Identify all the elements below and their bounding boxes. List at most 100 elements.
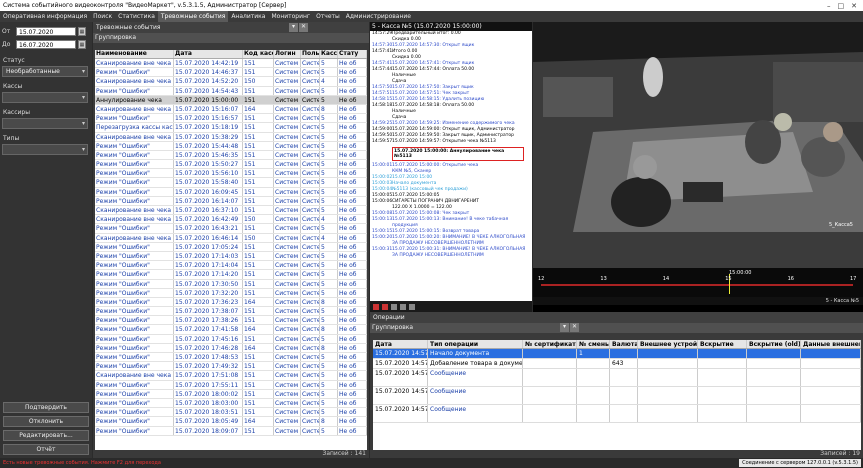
status-select[interactable]: Необработанные ▾ bbox=[2, 66, 88, 77]
column-header[interactable]: Данные внешнего bbox=[801, 340, 861, 348]
types-select[interactable]: ▾ bbox=[2, 144, 88, 155]
table-row[interactable]: Режим "Ошибки" 15.07.2020 17:41:58 164 Сист… bbox=[95, 325, 367, 335]
menu-item[interactable]: Статистика bbox=[115, 11, 158, 22]
confirm-button[interactable]: Подтвердить bbox=[3, 402, 89, 413]
timeline-track[interactable] bbox=[541, 284, 853, 286]
table-row[interactable]: Режим "Ошибки" 15.07.2020 16:43:21 151 Сист… bbox=[95, 224, 367, 234]
menu-item[interactable]: Администрирование bbox=[343, 11, 414, 22]
from-date-input[interactable]: 15.07.2020 bbox=[16, 27, 76, 36]
table-row[interactable]: Режим "Ошибки" 15.07.2020 18:05:49 164 Сист… bbox=[95, 417, 367, 427]
table-row[interactable]: Сканирование вне чека 15.07.2020 14:42:19… bbox=[95, 59, 367, 69]
table-row[interactable]: Сканирование вне чека 15.07.2020 14:52:20… bbox=[95, 77, 367, 87]
back-icon[interactable] bbox=[391, 303, 397, 310]
table-row[interactable]: Режим "Ошибки" 15.07.2020 15:58:40 151 Сист… bbox=[95, 178, 367, 188]
table-row[interactable]: Режим "Ошибки" 15.07.2020 17:05:24 151 Сист… bbox=[95, 242, 367, 252]
table-row[interactable]: Режим "Ошибки" 15.07.2020 14:46:37 151 Сист… bbox=[95, 68, 367, 78]
document-icon[interactable] bbox=[409, 303, 415, 310]
table-row[interactable]: Режим "Ошибки" 15.07.2020 17:55:11 151 Сист… bbox=[95, 380, 367, 390]
table-row[interactable]: Режим "Ошибки" 15.07.2020 18:00:02 151 Сист… bbox=[95, 389, 367, 399]
calendar-icon[interactable]: ▦ bbox=[78, 27, 86, 36]
table-row[interactable]: 15.07.2020 14:57:22Начало документа 1 bbox=[373, 349, 861, 359]
video-tab[interactable]: 5 - Касса №5 bbox=[826, 298, 859, 304]
to-date-input[interactable]: 16.07.2020 bbox=[16, 40, 76, 49]
forward-icon[interactable] bbox=[400, 303, 406, 310]
column-header[interactable]: Вскрытие (old) bbox=[747, 340, 801, 348]
cashiers-select[interactable]: ▾ bbox=[2, 118, 88, 129]
table-row[interactable]: Режим "Ошибки" 15.07.2020 15:16:57 151 Сист… bbox=[95, 114, 367, 124]
table-row[interactable]: Режим "Ошибки" 15.07.2020 17:45:16 151 Сист… bbox=[95, 334, 367, 344]
table-row[interactable]: Режим "Ошибки" 15.07.2020 17:14:20 151 Сист… bbox=[95, 270, 367, 280]
table-row[interactable]: Режим "Ошибки" 15.07.2020 18:03:00 151 Сист… bbox=[95, 398, 367, 409]
table-row[interactable]: Сканирование вне чека 15.07.2020 16:37:10… bbox=[95, 206, 367, 216]
table-row[interactable]: Перезагрузка кассы кассир15.07.2020 15:1… bbox=[95, 123, 367, 133]
close-icon[interactable]: ✕ bbox=[851, 2, 857, 10]
table-row[interactable]: Режим "Ошибки" 15.07.2020 15:46:35 151 Сист… bbox=[95, 150, 367, 161]
reject-button[interactable]: Отклонить bbox=[3, 416, 89, 427]
table-row[interactable]: Сканирование вне чека 15.07.2020 17:51:08… bbox=[95, 371, 367, 381]
maximize-icon[interactable]: □ bbox=[838, 2, 845, 10]
table-row[interactable]: Режим "Ошибки" 15.07.2020 18:03:51 151 Сист… bbox=[95, 408, 367, 418]
column-header[interactable]: Вскрытие bbox=[698, 340, 747, 348]
table-row[interactable]: Режим "Ошибки" 15.07.2020 17:36:23 164 Сист… bbox=[95, 297, 367, 308]
table-row[interactable]: Режим "Ошибки" 15.07.2020 15:50:27 151 Сист… bbox=[95, 160, 367, 170]
column-header[interactable]: Стату bbox=[338, 50, 367, 58]
table-row[interactable]: Сканирование вне чека 15.07.2020 15:16:07… bbox=[95, 104, 367, 115]
column-header[interactable]: № смены bbox=[577, 340, 610, 348]
clear-grouping-icon[interactable]: ✕ bbox=[570, 323, 579, 332]
menu-item[interactable]: Мониторинг bbox=[268, 11, 313, 22]
table-row[interactable]: Режим "Ошибки" 15.07.2020 17:38:07 151 Сист… bbox=[95, 307, 367, 317]
table-cell: Систе bbox=[302, 334, 320, 343]
menu-item[interactable]: Аналитика bbox=[228, 11, 268, 22]
column-header[interactable]: Внешнее устройство bbox=[638, 340, 698, 348]
table-row[interactable]: Режим "Ошибки" 15.07.2020 14:54:43 151 Сист… bbox=[95, 86, 367, 96]
report-button[interactable]: Отчёт bbox=[3, 444, 89, 455]
timeline[interactable]: 15:00:00 12 13 14 15 16 17 5 - Касса №5 bbox=[533, 268, 863, 305]
table-row[interactable]: Сканирование вне чека 15.07.2020 16:46:14… bbox=[95, 233, 367, 243]
table-row[interactable]: Режим "Ошибки" 15.07.2020 17:38:26 151 Сист… bbox=[95, 316, 367, 326]
column-header[interactable]: Наименование bbox=[95, 50, 174, 58]
print-icon[interactable] bbox=[373, 303, 379, 310]
menu-item[interactable]: Отчеты bbox=[313, 11, 343, 22]
table-row[interactable]: Аннулирование чека 15.07.2020 15:00:00 151… bbox=[95, 95, 367, 105]
table-row[interactable]: Режим "Ошибки" 15.07.2020 16:09:45 151 Сист… bbox=[95, 187, 367, 197]
table-row[interactable]: 15.07.2020 14:57:23Добавление товара в д… bbox=[373, 359, 861, 369]
table-row[interactable]: Режим "Ошибки" 15.07.2020 17:49:32 151 Сист… bbox=[95, 362, 367, 372]
table-row[interactable]: 15.07.2020 14:57:28Сообщение bbox=[373, 387, 861, 405]
table-row[interactable]: Режим "Ошибки" 15.07.2020 17:14:03 151 Сист… bbox=[95, 251, 367, 262]
menu-item[interactable]: Тревожные события bbox=[157, 11, 229, 22]
column-header[interactable]: Дата bbox=[174, 50, 243, 58]
column-header[interactable]: Касса bbox=[320, 50, 338, 58]
table-row[interactable]: Режим "Ошибки" 15.07.2020 17:14:04 151 Сист… bbox=[95, 261, 367, 271]
table-row[interactable]: 15.07.2020 14:57:29Сообщение bbox=[373, 405, 861, 423]
column-header[interactable]: Тип операции bbox=[428, 340, 523, 348]
column-header[interactable]: № сертификата bbox=[523, 340, 577, 348]
table-row[interactable]: Режим "Ошибки" 15.07.2020 17:48:53 151 Сист… bbox=[95, 353, 367, 363]
column-header[interactable]: Код кассы bbox=[243, 50, 274, 58]
table-row[interactable]: Режим "Ошибки" 15.07.2020 18:09:07 151 Сист… bbox=[95, 426, 367, 436]
table-row[interactable]: Режим "Ошибки" 15.07.2020 17:30:50 151 Сист… bbox=[95, 279, 367, 289]
table-row[interactable]: Сканирование вне чека 15.07.2020 15:38:29… bbox=[95, 132, 367, 142]
clear-grouping-icon[interactable]: ✕ bbox=[299, 23, 308, 32]
receipt-highlight[interactable]: 15.07.2020 15:00:00: Аннулирование чека … bbox=[392, 147, 524, 161]
grouping-dropdown-icon[interactable]: ▾ bbox=[560, 323, 569, 332]
table-row[interactable]: Сканирование вне чека 15.07.2020 16:42:49… bbox=[95, 215, 367, 225]
calendar-icon[interactable]: ▦ bbox=[78, 40, 86, 49]
table-row[interactable]: Режим "Ошибки" 15.07.2020 15:56:10 151 Сист… bbox=[95, 169, 367, 179]
grouping-dropdown-icon[interactable]: ▾ bbox=[289, 23, 298, 32]
table-row[interactable]: 15.07.2020 14:57:25Сообщение bbox=[373, 369, 861, 387]
edit-button[interactable]: Редактировать... bbox=[3, 430, 89, 441]
column-header[interactable]: Дата bbox=[373, 340, 428, 348]
column-header[interactable]: Логин bbox=[274, 50, 301, 58]
table-row[interactable]: Режим "Ошибки" 15.07.2020 17:46:28 164 Сист… bbox=[95, 343, 367, 353]
column-header[interactable]: Поль bbox=[301, 50, 320, 58]
export-icon[interactable] bbox=[382, 303, 388, 310]
table-cell: Систе bbox=[302, 343, 320, 352]
cash-select[interactable]: ▾ bbox=[2, 92, 88, 103]
column-header[interactable]: Валюта bbox=[610, 340, 638, 348]
table-row[interactable]: Режим "Ошибки" 15.07.2020 15:44:48 151 Сист… bbox=[95, 141, 367, 151]
menu-item[interactable]: Оперативная информация bbox=[0, 11, 90, 22]
table-row[interactable]: Режим "Ошибки" 15.07.2020 16:14:07 151 Сист… bbox=[95, 196, 367, 206]
menu-item[interactable]: Поиск bbox=[90, 11, 115, 22]
minimize-icon[interactable]: – bbox=[827, 2, 831, 10]
table-row[interactable]: Режим "Ошибки" 15.07.2020 17:32:20 151 Сист… bbox=[95, 288, 367, 298]
